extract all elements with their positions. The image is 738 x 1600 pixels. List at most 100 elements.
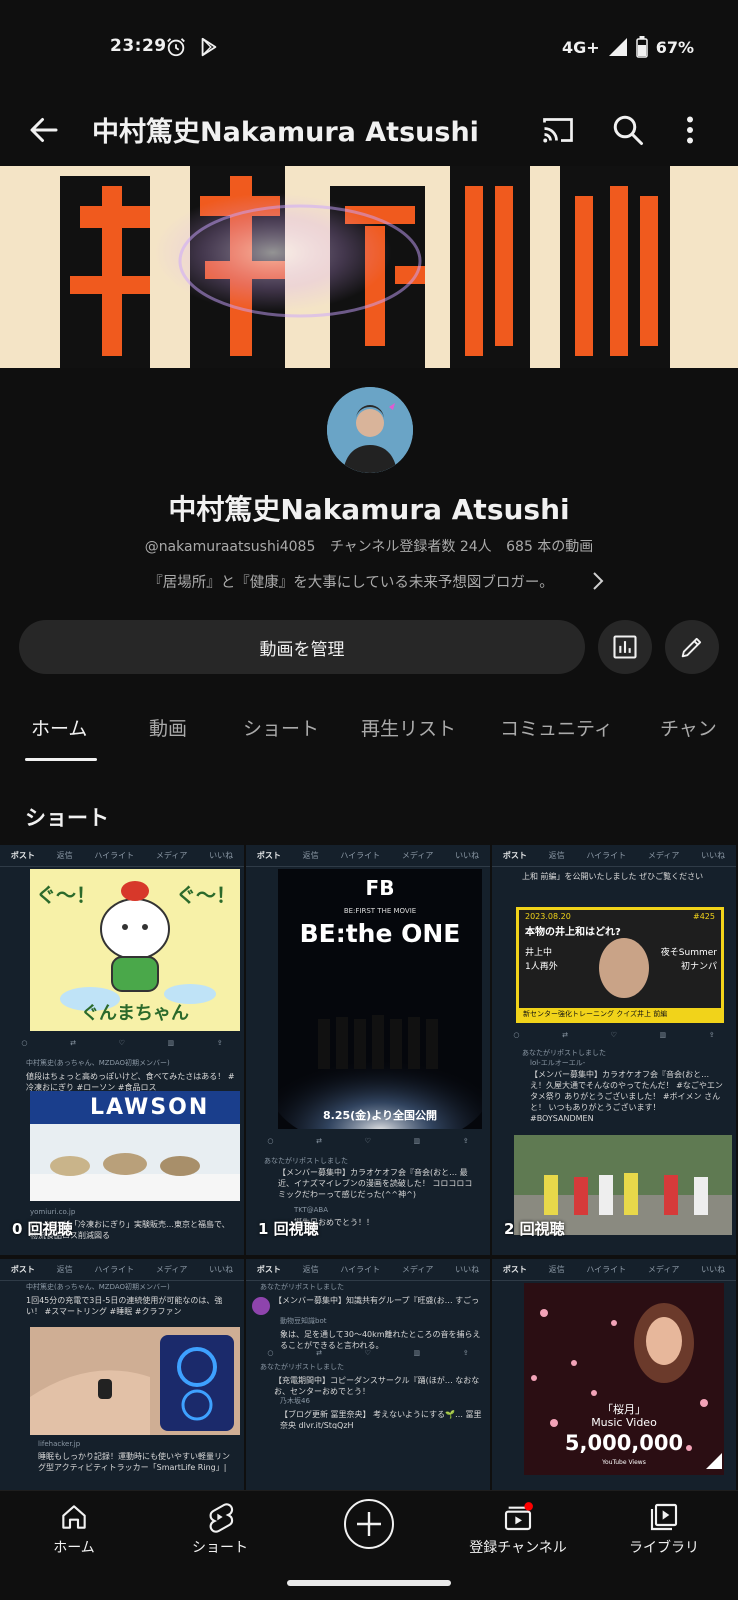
tweet-text: 【メンバー募集中】カラオケオフ会『音会(おと… 最近、イナズマイレブンの漫画を読…	[278, 1168, 473, 1199]
tweet-tabs: ポスト 返信 ハイライト メディア いいね	[492, 1259, 736, 1281]
short-item[interactable]: ポスト 返信 ハイライト メディア いいね あなたがリポストしました 【メンバー…	[246, 1259, 490, 1490]
card-option: 夜そSummer	[660, 948, 717, 958]
card-option: 1人再外	[525, 962, 558, 972]
chevron-right-icon	[593, 572, 604, 590]
mv-title: 「桜月」	[602, 1403, 646, 1416]
tweet-tab-label: ポスト	[502, 851, 527, 860]
tweet-tab-label: 返信	[56, 851, 73, 860]
view-count: 2 回視聴	[504, 1220, 565, 1238]
svg-text:FB: FB	[366, 876, 395, 900]
tweet-tab-label: いいね	[209, 1265, 234, 1274]
lawson-image: LAWSON	[30, 1091, 240, 1201]
tweet-tab-label: ハイライト	[340, 1265, 381, 1274]
tab-community[interactable]: コミュニティ	[500, 714, 613, 741]
library-icon	[650, 1503, 678, 1531]
app-bar: 中村篤史Nakamura Atsushi	[0, 96, 738, 164]
tab-shorts[interactable]: ショート	[243, 714, 319, 741]
ring-image	[30, 1327, 240, 1435]
status-right: 4G+ 67%	[562, 36, 694, 58]
tweet-tab-label: ハイライト	[340, 851, 381, 860]
subscriber-count: チャンネル登録者数 24人	[329, 539, 492, 555]
channel-banner	[0, 166, 738, 368]
shorts-icon	[209, 1503, 234, 1533]
tab-videos[interactable]: 動画	[149, 714, 187, 741]
channel-avatar[interactable]	[327, 387, 413, 473]
tweet-tab-label: いいね	[701, 1265, 726, 1274]
battery-percent: 67%	[655, 37, 694, 57]
quiz-card: 2023.08.20 #425 本物の井上和はどれ? 井上中 1人再外 夜そSu…	[516, 907, 724, 1023]
create-icon	[344, 1499, 394, 1549]
tweet-tab-label: ハイライト	[586, 1265, 627, 1274]
analytics-icon	[613, 635, 637, 659]
avatar-photo	[327, 387, 413, 473]
signal-icon	[608, 38, 627, 56]
battery-icon	[635, 36, 648, 58]
tweet-tabs: ポスト 返信 ハイライト メディア いいね	[246, 1259, 490, 1281]
tab-channels[interactable]: チャン	[660, 714, 717, 741]
nav-library[interactable]: ライブラリ	[604, 1501, 724, 1557]
short-item[interactable]: ポスト 返信 ハイライト メディア いいね 上和 前編」を公開いたしました ぜひ…	[492, 845, 736, 1255]
tweet-tab-label: 返信	[302, 851, 319, 860]
tweet-author: 中村篤史(あっちゃん、MZDAO初期メンバー)	[26, 1283, 170, 1291]
portrait-image	[599, 938, 649, 998]
edit-channel-button[interactable]	[665, 620, 719, 674]
home-indicator[interactable]	[287, 1580, 451, 1586]
nav-label: 登録チャンネル	[469, 1540, 567, 1556]
tweet-tab-label: ポスト	[256, 851, 281, 860]
manage-videos-button[interactable]: 動画を管理	[19, 620, 585, 674]
food-display	[30, 1153, 240, 1201]
mv-badge: YouTube Views	[602, 1459, 646, 1466]
quote-author: 乃木坂46	[280, 1397, 310, 1405]
author-avatar	[252, 1297, 270, 1315]
short-item[interactable]: ポスト 返信 ハイライト メディア いいね ぐ〜！ ぐ〜！ ぐんまちゃん ○ ⇄ ♡…	[0, 845, 244, 1255]
mascot-text-left: ぐ〜！	[36, 883, 96, 907]
quote-text: 【ブログ更新 冨里奈央】 考えないようにする🌱… 冨里奈央 dlvr.it/St…	[280, 1410, 482, 1429]
tab-home[interactable]: ホーム	[31, 714, 87, 741]
tweet-tab-label: メディア	[401, 1265, 434, 1274]
channel-handle: @nakamuraatsushi4085	[144, 539, 316, 555]
view-count: 1 回視聴	[258, 1220, 319, 1238]
nav-home[interactable]: ホーム	[14, 1501, 134, 1557]
ring-photo-art	[30, 1327, 240, 1435]
home-icon	[62, 1505, 86, 1529]
tweet-tab-label: 返信	[548, 1265, 565, 1274]
tab-playlists[interactable]: 再生リスト	[361, 714, 456, 741]
cast-icon[interactable]	[540, 112, 576, 148]
tweet-tab-label: ハイライト	[94, 1265, 135, 1274]
channel-description[interactable]: 『居場所』と『健康』を大事にしている未来予想図ブロガー。	[0, 571, 738, 592]
tweet-tabs: ポスト 返信 ハイライト メディア いいね	[246, 845, 490, 867]
tweet-tab-label: ポスト	[256, 1265, 281, 1274]
link-text: 睡眠もしっかり記録！運動時にも使いやすい軽量リング型アクティビティトラッカー「S…	[38, 1452, 230, 1472]
card-options-right: 夜そSummer 初ナンパ	[661, 946, 717, 974]
short-item[interactable]: ポスト 返信 ハイライト メディア いいね FB BE:FIRST THE MO…	[246, 845, 490, 1255]
description-text: 『居場所』と『健康』を大事にしている未来予想図ブロガー。	[148, 575, 554, 591]
tweet-tab-label: ポスト	[10, 851, 35, 860]
tweet-tab-label: いいね	[701, 851, 726, 860]
card-option: 井上中	[525, 948, 553, 958]
channel-tabs: ホーム 動画 ショート 再生リスト コミュニティ チャン	[0, 700, 738, 764]
tweet-tab-label: いいね	[455, 851, 480, 860]
tweet-tab-label: ハイライト	[586, 851, 627, 860]
banner-artwork	[0, 166, 738, 368]
nav-subscriptions[interactable]: 登録チャンネル	[456, 1501, 580, 1557]
card-footer: 新センター強化トレーニング クイズ井上 前編	[519, 1008, 721, 1020]
active-tab-indicator	[25, 758, 97, 761]
mv-view-count: 5,000,000	[564, 1431, 684, 1455]
link-site: yomiuri.co.jp	[30, 1208, 76, 1216]
tweet-tab-label: いいね	[455, 1265, 480, 1274]
back-arrow-icon[interactable]	[26, 112, 62, 148]
subscriptions-icon	[504, 1502, 533, 1531]
search-icon[interactable]	[610, 112, 646, 148]
more-options-icon[interactable]	[672, 112, 708, 148]
nav-create[interactable]	[309, 1491, 429, 1551]
mv-subtitle: Music Video	[591, 1416, 657, 1429]
nav-shorts[interactable]: ショート	[160, 1501, 280, 1557]
mascot-text-right: ぐ〜！	[176, 883, 236, 907]
channel-name: 中村篤史Nakamura Atsushi	[168, 493, 570, 526]
tweet-tab-label: 返信	[56, 1265, 73, 1274]
mascot-image: ぐ〜！ ぐ〜！ ぐんまちゃん	[30, 869, 240, 1031]
tweet-tabs: ポスト 返信 ハイライト メディア いいね	[0, 845, 244, 867]
analytics-button[interactable]	[598, 620, 652, 674]
short-item[interactable]: ポスト 返信 ハイライト メディア いいね 「桜月」 Music Video 5…	[492, 1259, 736, 1490]
short-item[interactable]: ポスト 返信 ハイライト メディア いいね 中村篤史(あっちゃん、MZDAO初期…	[0, 1259, 244, 1490]
